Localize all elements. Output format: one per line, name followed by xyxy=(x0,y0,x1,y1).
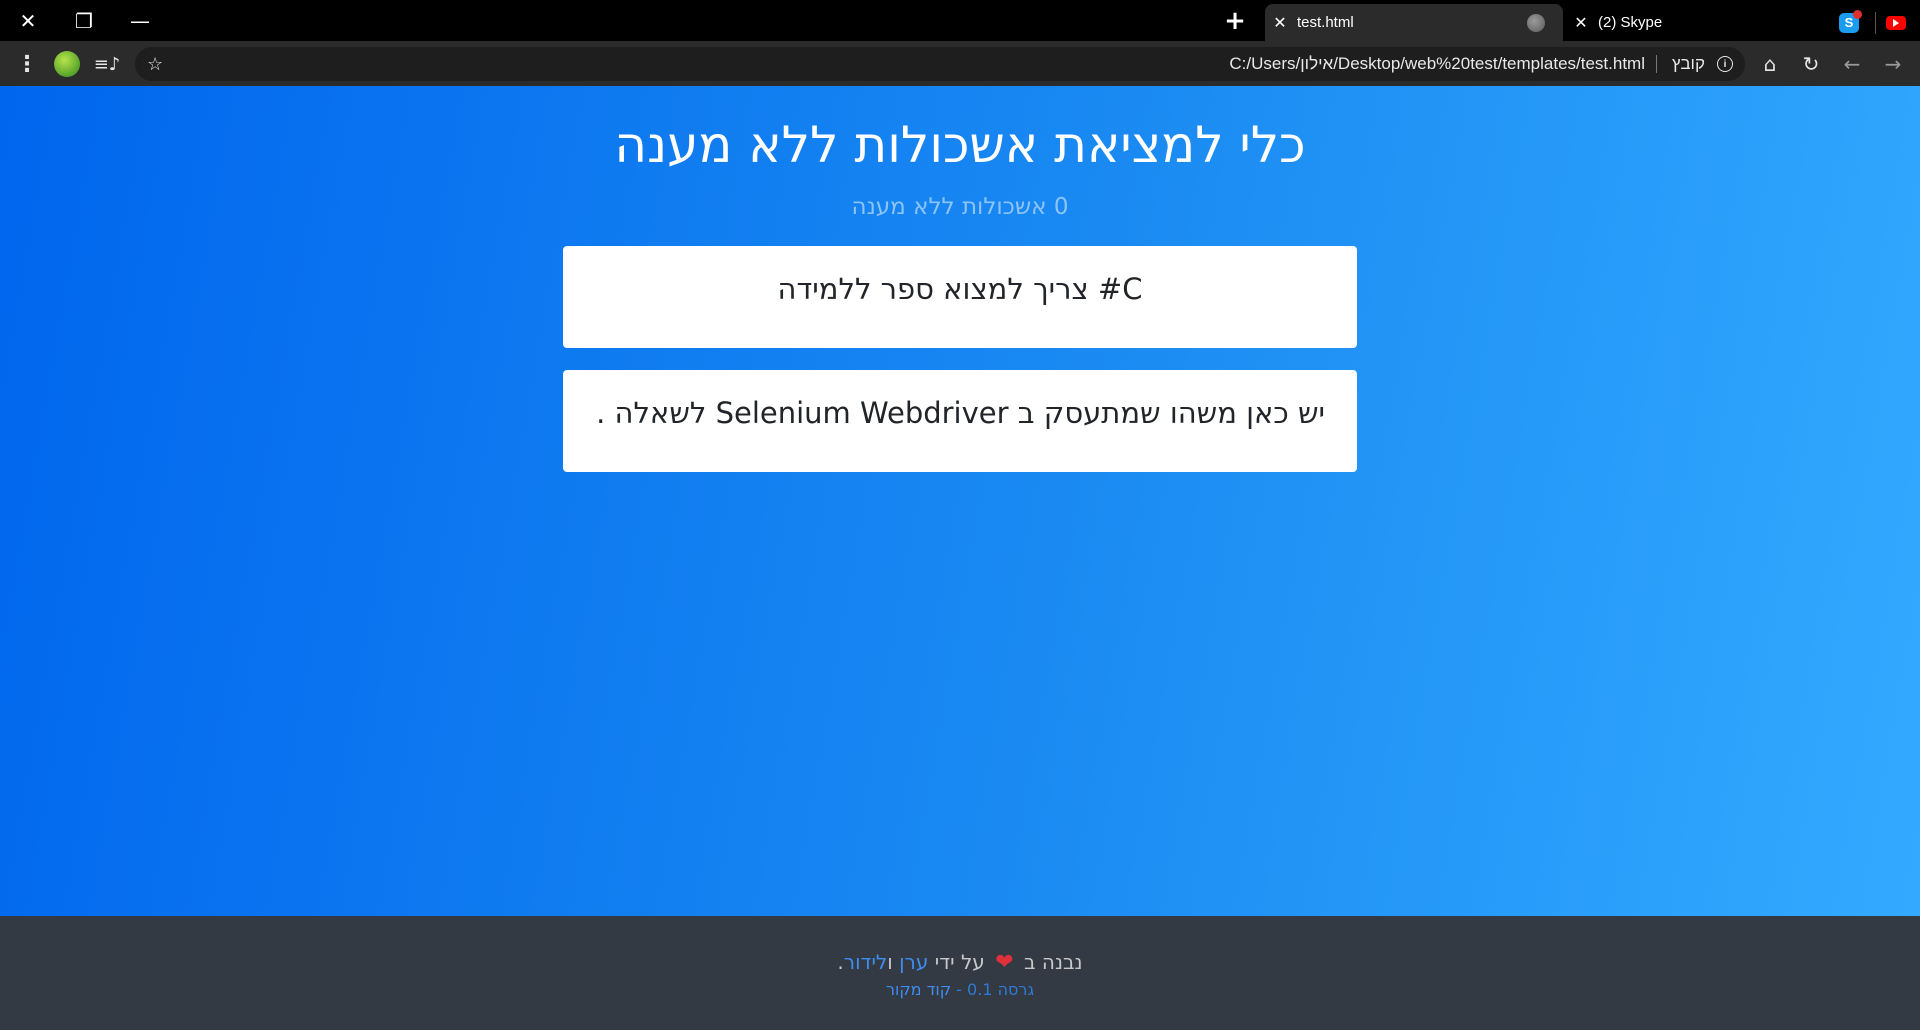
youtube-icon[interactable] xyxy=(1886,15,1906,30)
extension-icon xyxy=(54,51,80,77)
bookmark-star-icon[interactable]: ☆ xyxy=(147,47,163,81)
author-link-eran[interactable]: ערן xyxy=(899,950,928,974)
tab-close-icon[interactable]: ✕ xyxy=(1566,13,1596,33)
thread-title[interactable]: יש כאן משהו שמתעסק ב Selenium Webdriver … xyxy=(596,396,1325,430)
skype-icon: S xyxy=(1839,9,1862,33)
site-info-icon[interactable]: i xyxy=(1717,56,1733,72)
heart-icon: ❤ xyxy=(995,950,1014,975)
tab-title: (2) Skype xyxy=(1598,14,1663,31)
address-divider xyxy=(1656,55,1657,73)
globe-icon xyxy=(1527,13,1545,32)
tab-test-html[interactable]: ✕ test.html xyxy=(1265,4,1563,41)
tab-divider xyxy=(1875,11,1876,34)
thread-card[interactable]: C# צריך למצוא ספר ללמידה xyxy=(563,246,1357,348)
author-link-lidor[interactable]: לידור xyxy=(844,950,888,974)
home-icon[interactable]: ⌂ xyxy=(1753,47,1787,81)
tab-title: test.html xyxy=(1297,14,1354,31)
new-tab-button[interactable]: + xyxy=(1215,6,1255,36)
tab-close-icon[interactable]: ✕ xyxy=(1265,13,1295,33)
address-scheme-label[interactable]: קובץ xyxy=(1672,47,1705,81)
source-code-link[interactable]: קוד מקור xyxy=(886,980,951,999)
tab-skype[interactable]: ✕ (2) Skype S xyxy=(1566,4,1920,41)
notification-dot-icon xyxy=(1853,9,1862,19)
media-control-icon[interactable]: ≡♪ xyxy=(90,47,124,81)
thread-title[interactable]: C# צריך למצוא ספר ללמידה xyxy=(778,272,1143,306)
thread-card[interactable]: יש כאן משהו שמתעסק ב Selenium Webdriver … xyxy=(563,370,1357,472)
browser-titlebar: ✕ ❐ — + ✕ test.html ✕ (2) Skype S xyxy=(0,0,1920,41)
window-minimize-icon[interactable]: — xyxy=(112,0,168,41)
reload-icon[interactable]: ↻ xyxy=(1794,47,1828,81)
extension-button[interactable] xyxy=(50,47,84,81)
window-restore-icon[interactable]: ❐ xyxy=(56,0,112,41)
page-footer: נבנה ב ❤ על ידי ערן ולידור. גרסה 0.1 - ק… xyxy=(0,916,1920,1030)
built-with-text: נבנה ב xyxy=(1023,950,1083,974)
and-text: ו xyxy=(887,950,893,974)
address-bar[interactable]: ☆ C:/Users/אילון/Desktop/web%20test/temp… xyxy=(135,47,1745,81)
forward-arrow-icon[interactable]: → xyxy=(1876,47,1910,81)
footer-version-line: גרסה 0.1 - קוד מקור xyxy=(0,980,1920,999)
back-arrow-icon[interactable]: ← xyxy=(1835,47,1869,81)
footer-credits: נבנה ב ❤ על ידי ערן ולידור. xyxy=(0,950,1920,975)
version-dash: - xyxy=(956,980,962,999)
page-content: כלי למציאת אשכולות ללא מענה 0 אשכולות לל… xyxy=(0,86,1920,916)
menu-icon[interactable]: ⋮ xyxy=(10,47,44,81)
by-text: על ידי xyxy=(934,950,985,974)
unanswered-count: 0 אשכולות ללא מענה xyxy=(851,194,1069,220)
version-text: גרסה 0.1 xyxy=(967,980,1035,999)
window-close-icon[interactable]: ✕ xyxy=(0,0,56,41)
page-title: כלי למציאת אשכולות ללא מענה xyxy=(614,116,1306,174)
address-url[interactable]: C:/Users/אילון/Desktop/web%20test/templa… xyxy=(1229,47,1645,81)
